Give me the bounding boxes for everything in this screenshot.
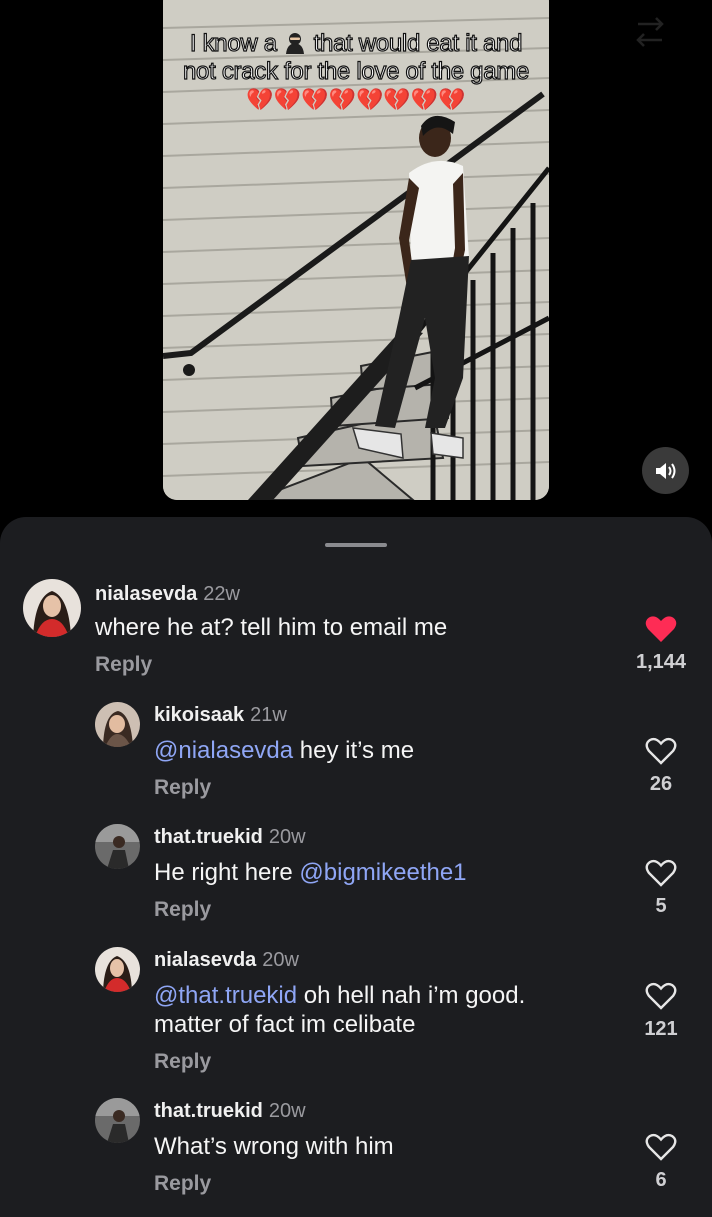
reply-button[interactable]: Reply bbox=[95, 653, 152, 677]
comment-username[interactable]: that.truekid bbox=[154, 1100, 263, 1122]
like-count: 5 bbox=[655, 895, 667, 917]
avatar[interactable] bbox=[95, 1098, 140, 1143]
heart-outline-icon bbox=[645, 859, 677, 887]
avatar[interactable] bbox=[95, 824, 140, 869]
sound-toggle-button[interactable] bbox=[642, 447, 689, 494]
comment-text: where he at? tell him to email me bbox=[95, 613, 447, 642]
comment-username[interactable]: nialasevda bbox=[154, 949, 256, 971]
broken-hearts-emoji: 💔💔💔💔💔💔💔💔 bbox=[246, 87, 466, 112]
heart-filled-icon bbox=[645, 616, 677, 642]
avatar[interactable] bbox=[95, 947, 140, 992]
reply-button[interactable]: Reply bbox=[154, 1050, 211, 1074]
comment-text: What’s wrong with him bbox=[154, 1132, 394, 1161]
like-button[interactable]: 121 bbox=[631, 982, 691, 1041]
comment-text: @nialasevda hey it’s me bbox=[154, 736, 414, 765]
video-caption: I know a that would eat it and not crack… bbox=[175, 29, 537, 114]
sheet-drag-handle[interactable] bbox=[325, 543, 387, 547]
video-player[interactable]: I know a that would eat it and not crack… bbox=[163, 0, 549, 500]
comment-username[interactable]: that.truekid bbox=[154, 826, 263, 848]
comments-sheet: nialasevda 22w where he at? tell him to e… bbox=[0, 517, 712, 1217]
mention-link[interactable]: @nialasevda bbox=[154, 737, 293, 764]
caption-text-start: I know a bbox=[189, 29, 277, 57]
heart-outline-icon bbox=[645, 1133, 677, 1161]
heart-outline-icon bbox=[645, 737, 677, 765]
reply-button[interactable]: Reply bbox=[154, 776, 211, 800]
like-count: 26 bbox=[649, 773, 673, 795]
speaker-icon bbox=[655, 462, 675, 479]
comment-body: hey it’s me bbox=[293, 737, 415, 764]
comment-time: 20w bbox=[268, 1100, 306, 1122]
comment-text: @that.truekid oh hell nah i’m good. matt… bbox=[154, 981, 525, 1039]
heart-outline-icon bbox=[645, 982, 677, 1010]
comment-body: where he at? tell him to email me bbox=[95, 614, 448, 641]
mention-link[interactable]: @that.truekid bbox=[154, 982, 297, 1009]
share-arrows-icon[interactable] bbox=[632, 14, 668, 50]
avatar[interactable] bbox=[23, 579, 81, 637]
like-count: 1,144 bbox=[635, 651, 687, 673]
comment-body: He right here bbox=[154, 859, 300, 886]
comment-body: What’s wrong with him bbox=[154, 1133, 394, 1160]
like-button[interactable]: 1,144 bbox=[631, 615, 691, 674]
like-button[interactable]: 5 bbox=[631, 859, 691, 918]
mention-link[interactable]: @bigmikeethe1 bbox=[299, 859, 466, 886]
comment-username[interactable]: nialasevda bbox=[95, 583, 197, 605]
reply-button[interactable]: Reply bbox=[154, 1172, 211, 1196]
comment-username[interactable]: kikoisaak bbox=[154, 704, 244, 726]
ninja-emoji-icon bbox=[286, 33, 305, 54]
comment-text: He right here @bigmikeethe1 bbox=[154, 858, 467, 887]
comment-time: 22w bbox=[203, 583, 240, 605]
reply-button[interactable]: Reply bbox=[154, 898, 211, 922]
comment-time: 21w bbox=[250, 704, 287, 726]
avatar[interactable] bbox=[95, 702, 140, 747]
like-count: 121 bbox=[644, 1018, 678, 1040]
like-count: 6 bbox=[655, 1169, 667, 1191]
comment-time: 20w bbox=[262, 949, 299, 971]
comment-time: 20w bbox=[268, 826, 306, 848]
like-button[interactable]: 26 bbox=[631, 737, 691, 796]
like-button[interactable]: 6 bbox=[631, 1133, 691, 1192]
comment-body: oh hell nah i’m good. bbox=[297, 982, 526, 1009]
comment-body-line2: matter of fact im celibate bbox=[154, 1011, 416, 1038]
